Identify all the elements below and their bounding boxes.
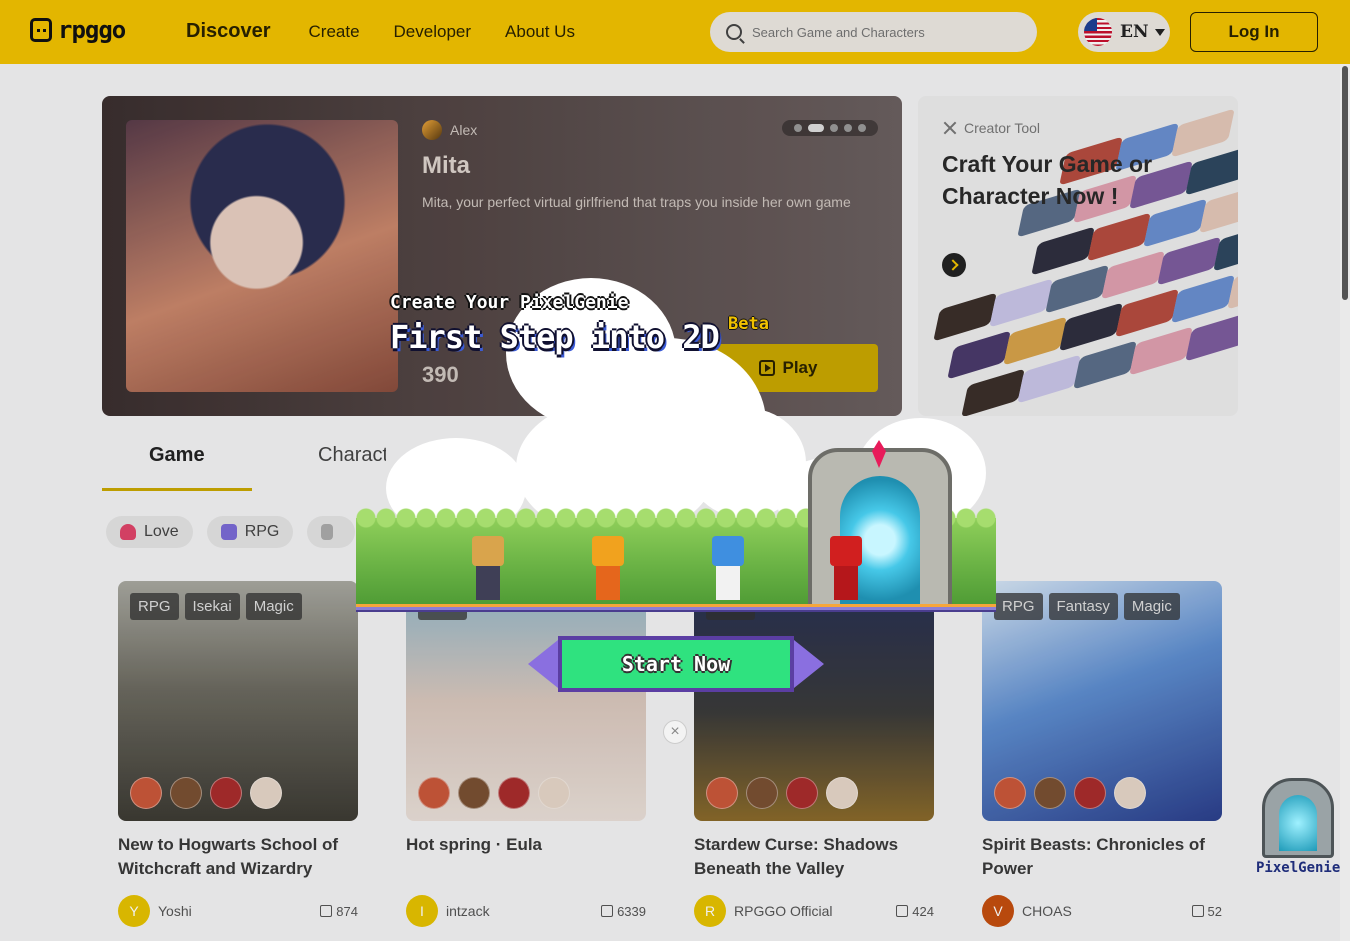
portal-icon <box>1262 778 1334 858</box>
pixel-character-sprite <box>588 536 628 608</box>
modal-title: First Step into 2D <box>390 318 720 356</box>
pixelgenie-label: PixelGenie <box>1256 860 1341 876</box>
arrow-right-icon <box>794 640 824 688</box>
pixel-character-sprite <box>708 536 748 608</box>
beta-badge: Beta <box>728 314 769 334</box>
start-now-button[interactable]: Start Now <box>528 632 824 696</box>
close-modal-button[interactable]: × <box>663 720 687 744</box>
pixel-character-sprite <box>826 536 866 608</box>
start-now-label[interactable]: Start Now <box>558 636 794 692</box>
scrollbar-thumb[interactable] <box>1342 66 1348 300</box>
modal-subtitle: Create Your PixelGenie <box>390 292 629 313</box>
pixelgenie-widget[interactable]: PixelGenie <box>1256 778 1340 878</box>
pixel-character-sprite <box>468 536 508 608</box>
arrow-left-icon <box>528 640 558 688</box>
page-scrollbar[interactable] <box>1340 64 1350 941</box>
pixelgenie-promo-modal: Create Your PixelGenie First Step into 2… <box>356 278 996 748</box>
ground-stripe <box>356 604 996 612</box>
